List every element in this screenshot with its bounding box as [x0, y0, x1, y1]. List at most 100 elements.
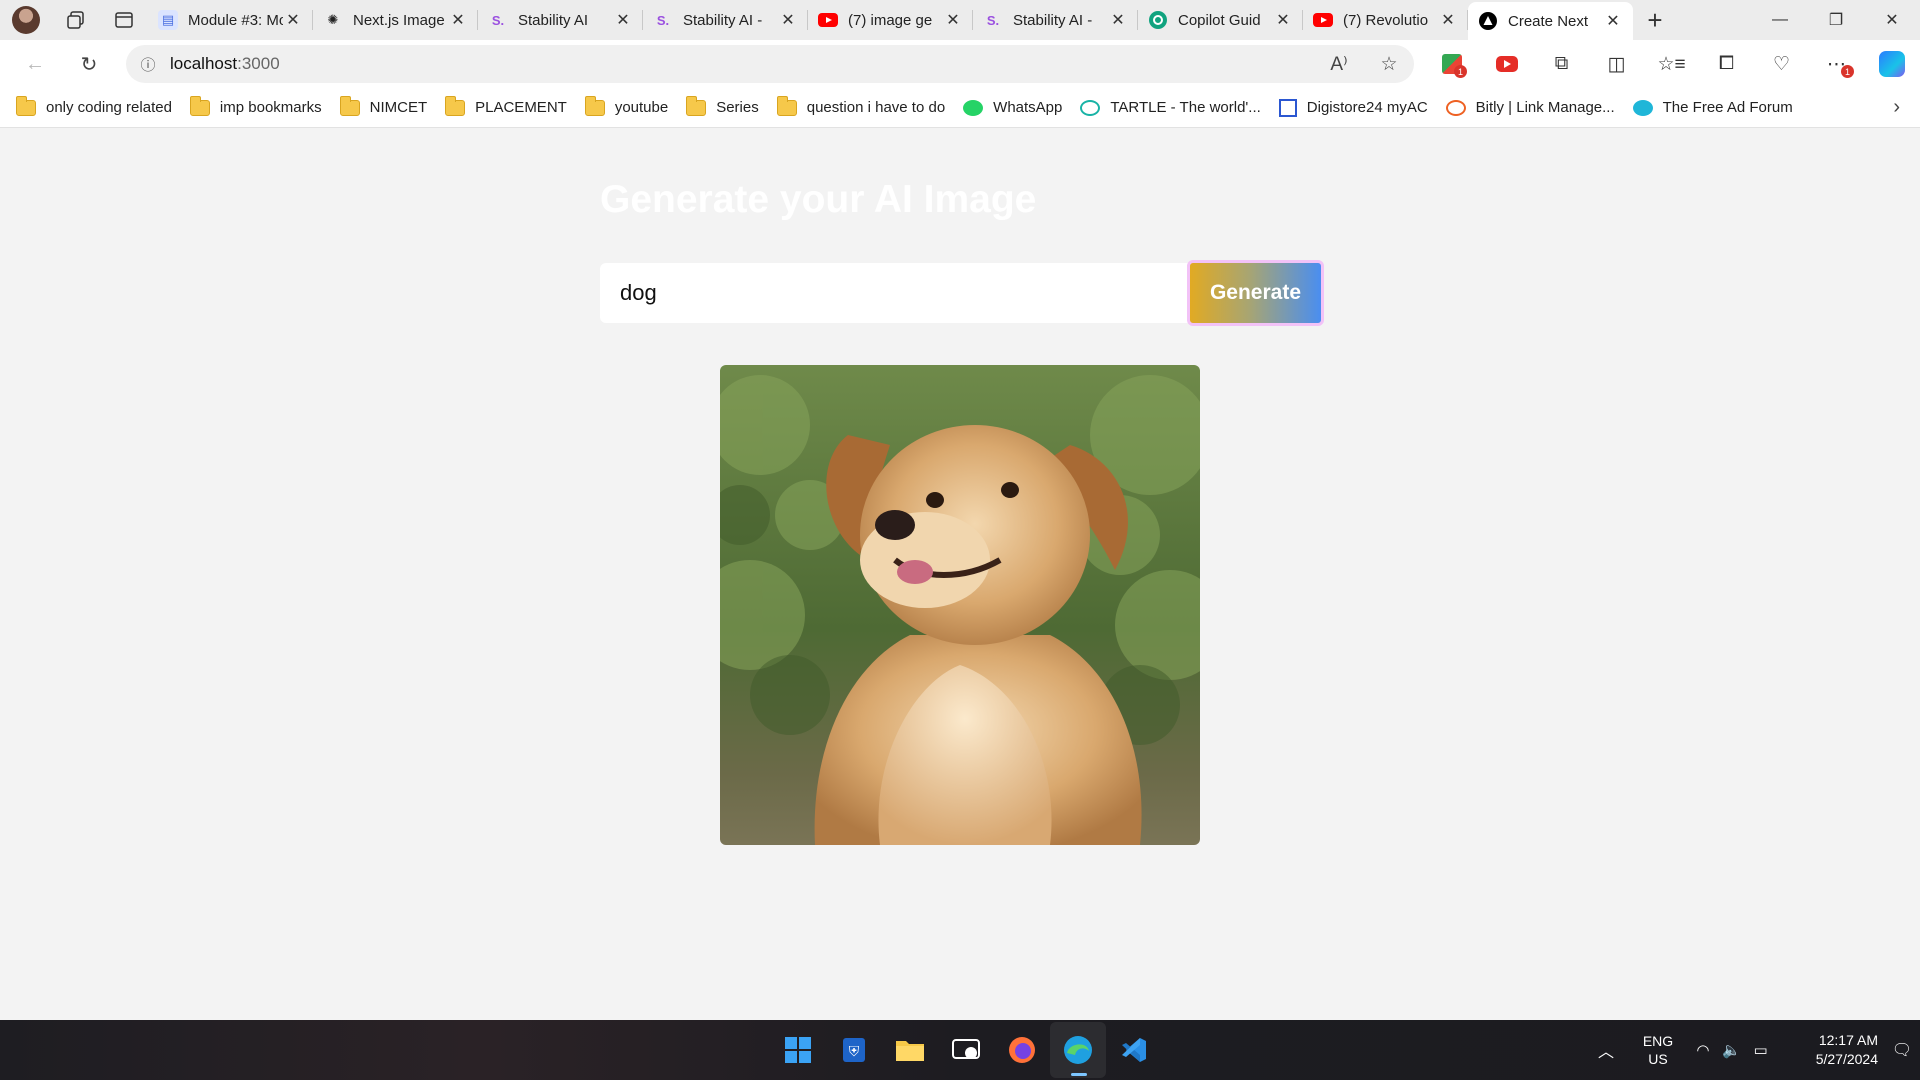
store-icon[interactable]: ⛨: [826, 1022, 882, 1078]
clock[interactable]: 12:17 AM 5/27/2024: [1774, 1031, 1884, 1069]
dashboard-app-icon[interactable]: [938, 1022, 994, 1078]
bookmark-bitly[interactable]: Bitly | Link Manage...: [1445, 93, 1625, 123]
tab-module[interactable]: ▤ Module #3: Module ✕: [148, 0, 313, 40]
settings-more-icon[interactable]: ⋯ 1: [1809, 40, 1864, 88]
notifications-icon[interactable]: 🗨: [1884, 1040, 1920, 1060]
bookmark-free-ad-forum[interactable]: The Free Ad Forum: [1632, 93, 1803, 123]
firefox-icon[interactable]: [994, 1022, 1050, 1078]
favorite-star-icon[interactable]: ☆: [1364, 53, 1414, 76]
tab-stability-3[interactable]: S. Stability AI - ✕: [973, 0, 1138, 40]
tab-stability-1[interactable]: S. Stability AI ✕: [478, 0, 643, 40]
close-tab-icon[interactable]: ✕: [778, 10, 798, 30]
profile-button[interactable]: [0, 0, 52, 40]
prompt-form: Generate: [600, 260, 1330, 326]
openai-favicon-icon: ✺: [327, 12, 339, 27]
vertical-tabs-icon[interactable]: [100, 0, 148, 40]
bookmark-nimcet[interactable]: NIMCET: [339, 93, 438, 123]
favorites-icon[interactable]: ☆≡: [1644, 40, 1699, 88]
free-ad-forum-icon: [1632, 99, 1653, 116]
taskbar-apps: ⛨: [770, 1020, 1162, 1080]
folder-icon: [686, 95, 707, 116]
bookmark-only-coding-related[interactable]: only coding related: [16, 93, 182, 123]
youtube-favicon-icon: [818, 10, 838, 30]
minimize-icon[interactable]: —: [1752, 0, 1808, 40]
bookmark-digistore[interactable]: Digistore24 myAC: [1278, 93, 1438, 123]
copilot-icon[interactable]: [1864, 40, 1919, 88]
chevron-up-icon[interactable]: ︿: [1586, 1038, 1626, 1062]
edge-icon[interactable]: [1050, 1022, 1106, 1078]
system-tray: ︿ ENG US ◠ 🔈 ▭ 12:17 AM 5/27/2024 🗨: [1586, 1020, 1920, 1080]
page-viewport: Generate your AI Image Generate: [5, 130, 1915, 1015]
bitly-icon: [1445, 99, 1466, 116]
file-explorer-icon[interactable]: [882, 1022, 938, 1078]
close-tab-icon[interactable]: ✕: [1603, 11, 1623, 31]
close-tab-icon[interactable]: ✕: [283, 10, 303, 30]
chevron-right-icon[interactable]: ›: [1893, 96, 1900, 119]
extension-sync-icon[interactable]: 1: [1424, 40, 1479, 88]
site-info-icon[interactable]: ⓘ: [126, 54, 170, 75]
refresh-icon[interactable]: ↻: [62, 40, 116, 88]
volume-icon: 🔈: [1722, 1042, 1741, 1059]
bookmark-whatsapp[interactable]: WhatsApp: [963, 93, 1072, 123]
url-port: :3000: [237, 54, 280, 73]
close-tab-icon[interactable]: ✕: [943, 10, 963, 30]
bookmark-questions[interactable]: question i have to do: [776, 93, 955, 123]
language-code: ENG: [1642, 1033, 1674, 1049]
stability-favicon-icon: S.: [491, 12, 505, 28]
youtube-extension-icon[interactable]: [1479, 40, 1534, 88]
svg-text:⛨: ⛨: [849, 1044, 860, 1060]
folder-icon: [584, 95, 605, 116]
close-tab-icon[interactable]: ✕: [1108, 10, 1128, 30]
url-host: localhost: [170, 54, 238, 73]
collections-icon[interactable]: ⧠: [1699, 40, 1754, 88]
bookmark-imp-bookmarks[interactable]: imp bookmarks: [189, 93, 332, 123]
vscode-icon[interactable]: [1106, 1022, 1162, 1078]
browser-essentials-icon[interactable]: ♡: [1754, 40, 1809, 88]
address-url: localhost:3000: [170, 54, 1314, 74]
tab-create-next[interactable]: Create Next ✕: [1468, 2, 1633, 40]
window-controls: — ❐ ✕: [1752, 0, 1920, 40]
extensions-puzzle-icon[interactable]: ⧉: [1534, 40, 1589, 88]
close-tab-icon[interactable]: ✕: [448, 10, 468, 30]
bookmarks-bar: only coding related imp bookmarks NIMCET…: [0, 88, 1920, 128]
youtube-favicon-icon: [1313, 10, 1333, 30]
taskbar: ⛨ ︿ ENG US ◠ 🔈 ▭ 12:17 AM 5/27/2024 🗨: [0, 1020, 1920, 1080]
address-input[interactable]: ⓘ localhost:3000 A⁾ ☆: [126, 45, 1414, 83]
extension-badge: 1: [1454, 65, 1467, 78]
windows-start-icon[interactable]: [770, 1022, 826, 1078]
bookmark-tartle[interactable]: TARTLE - The world'...: [1080, 93, 1270, 123]
read-aloud-icon[interactable]: A⁾: [1314, 53, 1364, 76]
tab-stability-2[interactable]: S. Stability AI - ✕: [643, 0, 808, 40]
battery-icon: ▭: [1753, 1042, 1768, 1059]
folder-icon: [189, 95, 210, 116]
tab-copilot-guide[interactable]: Copilot Guid ✕: [1138, 0, 1303, 40]
prompt-input[interactable]: [600, 263, 1188, 323]
tab-nextjs-image[interactable]: ✺ Next.js Image ✕: [313, 0, 478, 40]
split-screen-icon[interactable]: ◫: [1589, 40, 1644, 88]
restore-icon[interactable]: ❐: [1808, 0, 1864, 40]
more-badge: 1: [1841, 65, 1854, 78]
tray-icons[interactable]: ◠ 🔈 ▭: [1690, 1041, 1774, 1059]
tab-youtube-2[interactable]: (7) Revolutio ✕: [1303, 0, 1468, 40]
language-indicator[interactable]: ENG US: [1626, 1032, 1690, 1068]
close-tab-icon[interactable]: ✕: [1273, 10, 1293, 30]
generate-button[interactable]: Generate: [1187, 260, 1324, 326]
new-tab-button[interactable]: +: [1633, 0, 1677, 40]
folder-icon: [445, 95, 466, 116]
close-tab-icon[interactable]: ✕: [1438, 10, 1458, 30]
stability-favicon-icon: S.: [656, 12, 670, 28]
wifi-icon: ◠: [1696, 1042, 1710, 1059]
bookmark-youtube[interactable]: youtube: [584, 93, 678, 123]
workspaces-icon[interactable]: [52, 0, 100, 40]
toolbar-icons: 1 ⧉ ◫ ☆≡ ⧠ ♡ ⋯ 1: [1424, 40, 1919, 88]
folder-icon: [16, 95, 36, 116]
close-tab-icon[interactable]: ✕: [613, 10, 633, 30]
bookmark-placement[interactable]: PLACEMENT: [445, 93, 577, 123]
tab-youtube-1[interactable]: (7) image ge ✕: [808, 0, 973, 40]
bookmark-series[interactable]: Series: [686, 93, 769, 123]
page-title: Generate your AI Image: [600, 178, 1037, 221]
profile-avatar: [12, 6, 40, 34]
tartle-icon: [1080, 99, 1101, 116]
back-icon[interactable]: ←: [8, 40, 62, 88]
close-window-icon[interactable]: ✕: [1864, 0, 1920, 40]
